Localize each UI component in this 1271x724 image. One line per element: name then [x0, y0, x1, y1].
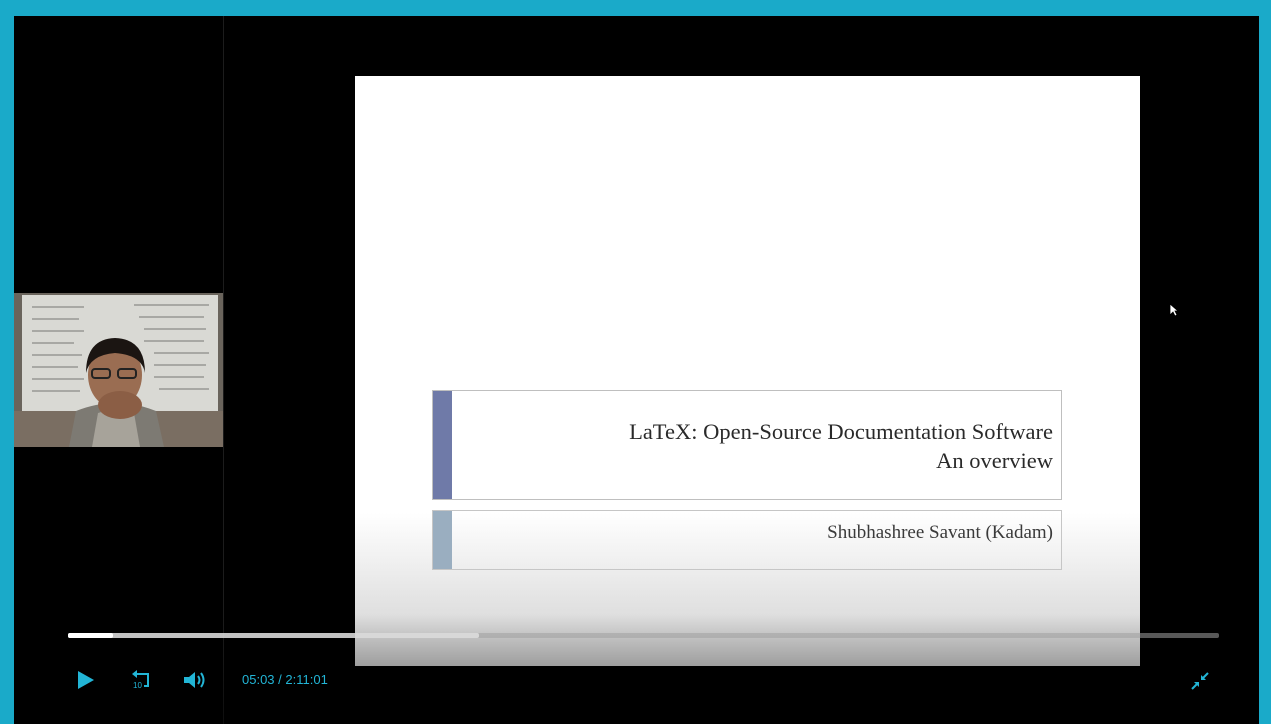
exit-fullscreen-button[interactable] [1190, 671, 1210, 696]
play-icon [78, 671, 94, 689]
play-button[interactable] [76, 669, 96, 696]
page-frame: LaTeX: Open-Source Documentation Softwar… [0, 0, 1271, 724]
exit-fullscreen-icon [1191, 672, 1209, 690]
rewind-10-button[interactable]: 10 [128, 669, 152, 696]
presentation-slide: LaTeX: Open-Source Documentation Softwar… [355, 76, 1140, 666]
mouse-pointer-icon [1169, 303, 1180, 322]
webcam-feed [14, 293, 223, 447]
total-duration: 2:11:01 [285, 672, 328, 687]
seek-bar[interactable] [68, 633, 1219, 638]
seek-bar-buffered [68, 633, 479, 638]
current-time: 05:03 [242, 672, 275, 687]
slide-title-line-1: LaTeX: Open-Source Documentation Softwar… [629, 419, 1053, 444]
slide-author: Shubhashree Savant (Kadam) [827, 522, 1053, 543]
rewind-10-icon: 10 [132, 670, 149, 690]
svg-text:10: 10 [133, 681, 142, 690]
webcam-column [14, 16, 224, 724]
presenter-video-image [14, 293, 223, 447]
seek-bar-played [68, 633, 113, 638]
author-accent-bar [433, 511, 452, 569]
volume-button[interactable] [182, 669, 208, 696]
slide-author-box: Shubhashree Savant (Kadam) [432, 510, 1062, 570]
slide-title-box: LaTeX: Open-Source Documentation Softwar… [432, 390, 1062, 500]
volume-icon [184, 672, 205, 688]
time-display: 05:03 / 2:11:01 [242, 672, 328, 687]
time-separator: / [278, 672, 282, 687]
video-player[interactable]: LaTeX: Open-Source Documentation Softwar… [14, 16, 1259, 724]
slide-title-line-2: An overview [936, 448, 1053, 473]
title-accent-bar [433, 391, 452, 499]
slide-title: LaTeX: Open-Source Documentation Softwar… [629, 417, 1053, 475]
